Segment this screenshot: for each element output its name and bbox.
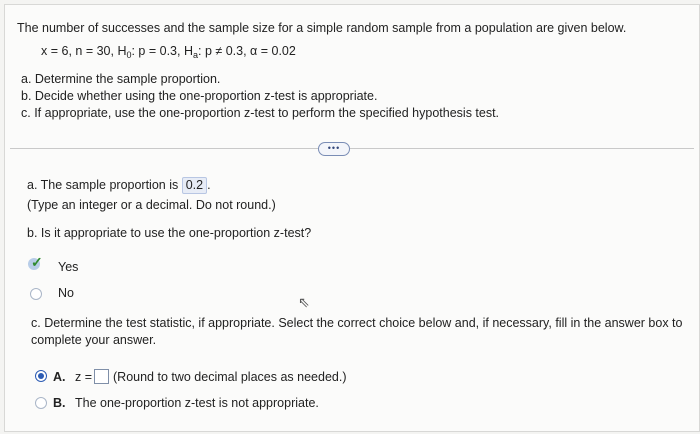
z-answer-box[interactable]	[94, 369, 110, 384]
radio-no[interactable]	[30, 288, 42, 300]
option-b-letter: B.	[53, 396, 66, 410]
part-a-prompt: a. The sample proportion is	[27, 178, 179, 192]
option-b: B. The one-proportion z-test is not appr…	[53, 396, 319, 410]
section-divider	[10, 148, 694, 149]
task-a: a. Determine the sample proportion.	[21, 72, 221, 86]
question-panel	[4, 4, 700, 432]
option-a-letter: A.	[53, 370, 66, 384]
more-button[interactable]: •••	[318, 142, 350, 156]
option-b-text: The one-proportion z-test is not appropr…	[74, 396, 319, 410]
part-b-question: b. Is it appropriate to use the one-prop…	[27, 226, 312, 240]
part-a-hint: (Type an integer or a decimal. Do not ro…	[27, 198, 276, 212]
z-label: z =	[74, 370, 93, 384]
mouse-cursor-icon: ⇖	[298, 294, 310, 310]
part-c-prompt-line1: c. Determine the test statistic, if appr…	[31, 316, 683, 330]
task-c: c. If appropriate, use the one-proportio…	[21, 106, 500, 120]
option-no[interactable]: No	[58, 286, 74, 300]
part-c-prompt-line2: complete your answer.	[31, 333, 157, 347]
option-yes[interactable]: Yes	[58, 260, 78, 274]
option-a: A. z = (Round to two decimal places as ne…	[53, 369, 346, 384]
part-a-line: a. The sample proportion is 0.2.	[27, 177, 211, 194]
radio-option-a[interactable]	[35, 370, 47, 382]
radio-option-b[interactable]	[35, 397, 47, 409]
problem-intro: The number of successes and the sample s…	[17, 21, 627, 35]
given-values: x = 6, n = 30, H0: p = 0.3, Ha: p ≠ 0.3,…	[41, 44, 296, 60]
correct-check-icon: ✓	[28, 254, 43, 270]
task-b: b. Decide whether using the one-proporti…	[21, 89, 378, 103]
sample-proportion-answer[interactable]: 0.2	[181, 177, 208, 194]
option-a-note: (Round to two decimal places as needed.)	[113, 370, 347, 384]
